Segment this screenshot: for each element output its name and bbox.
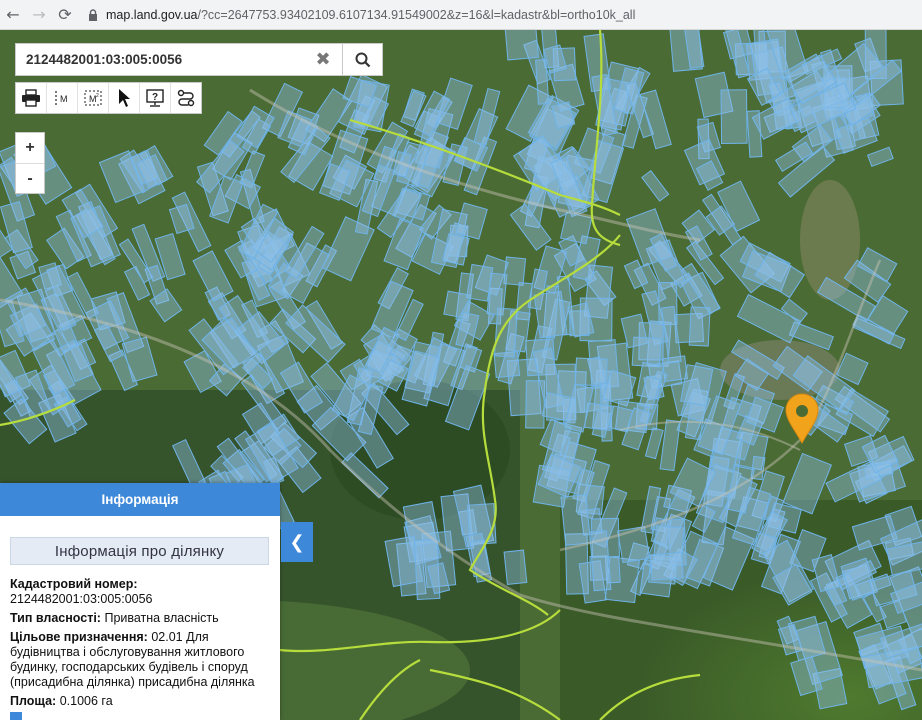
- route-button[interactable]: [171, 83, 201, 113]
- measure-distance-icon: M: [55, 91, 68, 105]
- lock-icon: [86, 0, 100, 30]
- cadastral-number-value: 2124482001:03:005:0056: [10, 592, 153, 606]
- url-host: map.land.gov.ua: [106, 7, 198, 22]
- zoom-in-button[interactable]: +: [16, 133, 44, 164]
- url-text[interactable]: map.land.gov.ua/?cc=2647753.93402109.610…: [106, 8, 635, 22]
- info-button[interactable]: ?: [140, 83, 171, 113]
- clear-search-button[interactable]: ✖: [308, 44, 338, 75]
- svg-text:2: 2: [96, 93, 99, 99]
- search-icon: [355, 52, 370, 67]
- zoom-out-button[interactable]: -: [16, 164, 44, 194]
- cadastral-parcel[interactable]: [493, 307, 519, 358]
- info-panel-header: Інформація: [0, 483, 280, 516]
- pointer-icon: [119, 89, 130, 107]
- cadastral-parcel[interactable]: [533, 290, 568, 339]
- search-button[interactable]: [343, 43, 383, 76]
- cadastral-number-label: Кадастровий номер:: [10, 577, 138, 591]
- panel-scroll-indicator: [10, 712, 22, 720]
- parcel-info-body: Кадастровий номер: 2124482001:03:005:0056…: [0, 565, 280, 709]
- area-label: Площа:: [10, 694, 57, 708]
- ownership-type-label: Тип власності:: [10, 611, 101, 625]
- route-icon: [177, 89, 195, 107]
- svg-text:M: M: [60, 94, 68, 104]
- cadastral-parcel[interactable]: [503, 256, 527, 286]
- info-screen-icon: ?: [146, 89, 164, 107]
- reload-button[interactable]: ⟳: [52, 0, 78, 30]
- info-panel: Інформація Інформація про ділянку Кадаст…: [0, 483, 280, 720]
- print-icon: [22, 89, 40, 107]
- cadastral-search-input[interactable]: [16, 51, 308, 68]
- svg-text:?: ?: [152, 92, 158, 103]
- cadastral-parcel[interactable]: [503, 549, 528, 585]
- ownership-type-value: Приватна власність: [104, 611, 219, 625]
- browser-address-bar: ← → ⟳ map.land.gov.ua/?cc=2647753.934021…: [0, 0, 922, 30]
- print-button[interactable]: [16, 83, 47, 113]
- area-value: 0.1006 га: [59, 694, 113, 708]
- cadastral-parcel[interactable]: [560, 494, 592, 546]
- cadastral-parcel[interactable]: [574, 357, 608, 387]
- forward-button[interactable]: →: [26, 0, 52, 30]
- measure-area-button[interactable]: M2: [78, 83, 109, 113]
- measure-area-icon: M2: [84, 90, 102, 106]
- cadastral-parcel[interactable]: [688, 306, 711, 347]
- url-path: /?cc=2647753.93402109.6107134.91549002&z…: [197, 7, 636, 22]
- cadastral-parcel[interactable]: [535, 58, 550, 105]
- cadastral-parcel[interactable]: [649, 552, 684, 581]
- cadastral-parcel[interactable]: [504, 30, 539, 61]
- measure-distance-button[interactable]: M: [47, 83, 78, 113]
- parcel-info-title: Інформація про ділянку: [10, 537, 269, 565]
- cadastral-parcel[interactable]: [631, 336, 662, 368]
- purpose-label: Цільове призначення:: [10, 630, 148, 644]
- back-button[interactable]: ←: [0, 0, 26, 30]
- map-toolbar: M M2 ?: [15, 82, 202, 114]
- search-box: ✖: [15, 43, 343, 76]
- cadastral-parcel[interactable]: [720, 89, 748, 145]
- zoom-control: + -: [15, 132, 45, 194]
- pointer-button[interactable]: [109, 83, 140, 113]
- collapse-panel-button[interactable]: ❮: [281, 522, 313, 562]
